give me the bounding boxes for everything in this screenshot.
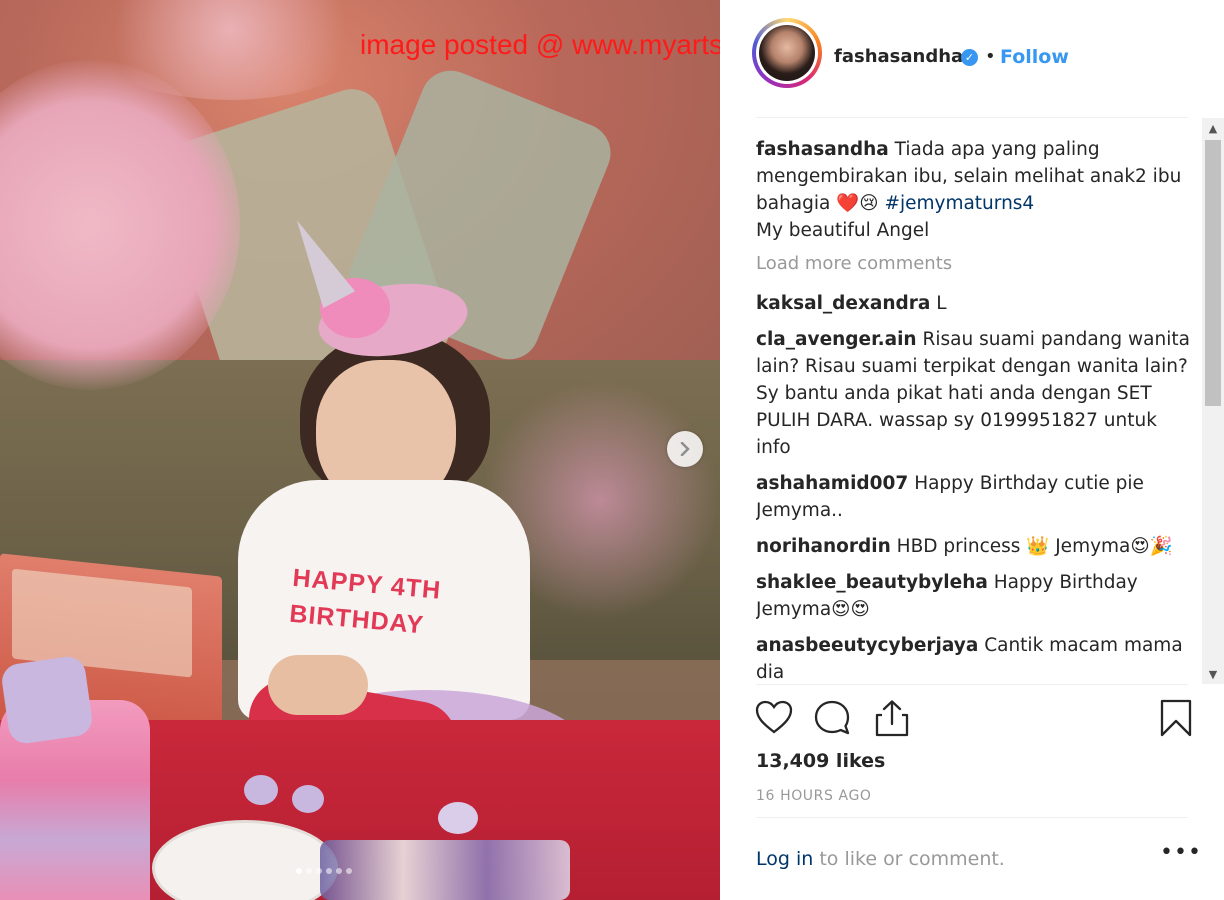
- carousel-dot: [346, 868, 352, 874]
- caption-username[interactable]: fashasandha: [756, 139, 889, 160]
- carousel-dot: [326, 868, 332, 874]
- photo-girl-hands: [268, 655, 368, 715]
- caption-hashtag[interactable]: #jemymaturns4: [884, 193, 1034, 214]
- caption: fashasandha Tiada apa yang paling mengem…: [756, 136, 1196, 244]
- login-prompt-text: to like or comment.: [813, 848, 1005, 870]
- comment-username[interactable]: cla_avenger.ain: [756, 329, 917, 350]
- post-timestamp: 16 HOURS AGO: [756, 788, 872, 804]
- divider: [756, 117, 1188, 118]
- follow-button[interactable]: Follow: [1000, 46, 1069, 68]
- share-icon[interactable]: [872, 698, 912, 738]
- photo-egg: [244, 775, 278, 805]
- comment-username[interactable]: norihanordin: [756, 536, 891, 557]
- login-link[interactable]: Log in: [756, 848, 813, 870]
- bookmark-icon[interactable]: [1156, 698, 1196, 738]
- verified-badge-icon: ✓: [961, 49, 978, 66]
- comment-username[interactable]: kaksal_dexandra: [756, 293, 930, 314]
- comment-username[interactable]: ashahamid007: [756, 473, 908, 494]
- avatar-image: [759, 25, 815, 81]
- comment-item: shaklee_beautybyleha Happy Birthday Jemy…: [756, 569, 1196, 623]
- like-count[interactable]: 13,409 likes: [756, 750, 885, 772]
- comments-list: fashasandha Tiada apa yang paling mengem…: [756, 136, 1196, 684]
- photo-candy: [320, 840, 570, 900]
- post-sidebar: fashasandha ✓ • Follow fashasandha Tiada…: [720, 0, 1224, 900]
- photo-egg: [438, 802, 478, 834]
- comment-item: cla_avenger.ain Risau suami pandang wani…: [756, 326, 1196, 461]
- more-options-icon[interactable]: •••: [1160, 840, 1202, 865]
- carousel-dot: [296, 868, 302, 874]
- action-bar: [754, 698, 1194, 738]
- scrollbar-thumb[interactable]: [1205, 140, 1221, 406]
- carousel-dots: [296, 868, 352, 874]
- comment-username[interactable]: shaklee_beautybyleha: [756, 572, 988, 593]
- load-more-comments-button[interactable]: Load more comments: [756, 253, 1196, 274]
- watermark-text: image posted @ www.myarts.com: [360, 29, 720, 60]
- carousel-dot: [316, 868, 322, 874]
- comment-text: HBD princess 👑 Jemyma😍🎉: [896, 536, 1173, 557]
- comment-item: kaksal_dexandra L: [756, 290, 1196, 317]
- divider: [756, 684, 1188, 685]
- divider: [756, 817, 1188, 818]
- chevron-right-icon[interactable]: [667, 431, 703, 467]
- avatar[interactable]: [756, 22, 818, 84]
- comment-item: ashahamid007 Happy Birthday cutie pie Je…: [756, 470, 1196, 524]
- post-header: fashasandha ✓ • Follow: [720, 0, 1224, 117]
- comment-bubble-icon[interactable]: [812, 698, 852, 738]
- header-username[interactable]: fashasandha: [834, 46, 963, 67]
- scroll-down-icon[interactable]: ▼: [1202, 664, 1224, 684]
- heart-icon[interactable]: [754, 698, 794, 738]
- post-photo[interactable]: HAPPY 4TH BIRTHDAY image posted @ www.my…: [0, 0, 720, 900]
- login-prompt: Log in to like or comment.: [756, 848, 1005, 870]
- scroll-up-icon[interactable]: ▲: [1202, 118, 1224, 138]
- caption-line2: My beautiful Angel: [756, 220, 930, 241]
- comments-scrollbar[interactable]: ▲ ▼: [1202, 118, 1224, 684]
- photo-cake-topper: [0, 654, 95, 746]
- comment-text: L: [936, 293, 947, 314]
- comment-username[interactable]: anasbeeutycyberjaya: [756, 635, 978, 656]
- carousel-dot: [336, 868, 342, 874]
- comment-item: norihanordin HBD princess 👑 Jemyma😍🎉: [756, 533, 1196, 560]
- photo-shirt-print: HAPPY 4TH BIRTHDAY: [286, 560, 483, 666]
- photo-egg: [292, 785, 324, 813]
- carousel-dot: [306, 868, 312, 874]
- header-separator: •: [985, 46, 996, 67]
- comment-item: anasbeeutycyberjaya Cantik macam mama di…: [756, 632, 1196, 684]
